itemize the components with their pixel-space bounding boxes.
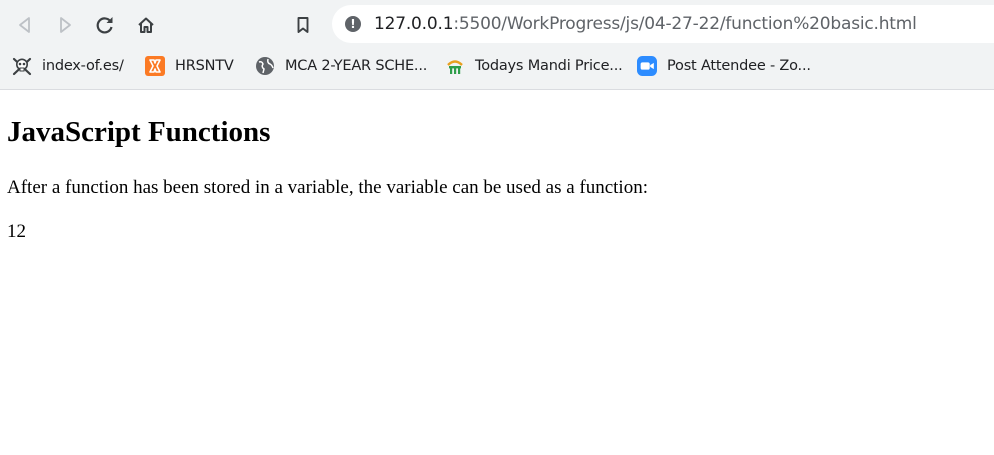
description-text: After a function has been stored in a va… [7, 177, 648, 198]
bookmark-label: Todays Mandi Price... [475, 58, 623, 74]
forward-button[interactable] [52, 12, 78, 38]
bookmark-label: HRSNTV [175, 58, 234, 74]
bookmark-mandi[interactable]: Todays Mandi Price... [445, 54, 623, 78]
forward-arrow-icon [60, 17, 71, 33]
mandi-logo-icon [445, 56, 465, 76]
bookmark-page-button[interactable] [290, 12, 316, 38]
xampp-icon [145, 56, 165, 76]
bookmark-label: index-of.es/ [42, 58, 124, 74]
bookmark-mca[interactable]: MCA 2-YEAR SCHE... [255, 54, 427, 78]
bookmark-index-of[interactable]: index-of.es/ [12, 54, 124, 78]
bookmarks-bar: index-of.es/ HRSNTV MCA 2-YEAR SCHE... T… [0, 50, 994, 82]
back-button[interactable] [12, 12, 38, 38]
address-path: :5500/WorkProgress/js/04-27-22/function%… [453, 14, 917, 34]
zoom-video-icon [637, 56, 657, 76]
site-info-icon[interactable]: ! [345, 16, 361, 32]
home-button[interactable] [133, 12, 159, 38]
skull-crossbones-icon [12, 56, 32, 76]
reload-button[interactable] [92, 12, 118, 38]
address-host: 127.0.0.1 [374, 14, 454, 34]
bookmark-label: Post Attendee - Zo... [667, 58, 811, 74]
address-url[interactable]: 127.0.0.1:5500/WorkProgress/js/04-27-22/… [374, 14, 917, 34]
browser-chrome: ! 127.0.0.1:5500/WorkProgress/js/04-27-2… [0, 0, 994, 90]
browser-toolbar: ! 127.0.0.1:5500/WorkProgress/js/04-27-2… [0, 0, 994, 50]
back-arrow-icon [19, 17, 30, 33]
reload-icon [96, 17, 113, 34]
bookmark-zoom[interactable]: Post Attendee - Zo... [637, 54, 811, 78]
result-output: 12 [7, 221, 26, 242]
page-heading: JavaScript Functions [7, 116, 271, 148]
globe-icon [255, 56, 275, 76]
bookmark-hrsntv[interactable]: HRSNTV [145, 54, 234, 78]
bookmark-icon [297, 17, 309, 33]
home-icon [138, 17, 154, 33]
bookmark-label: MCA 2-YEAR SCHE... [285, 58, 428, 74]
address-bar[interactable]: ! 127.0.0.1:5500/WorkProgress/js/04-27-2… [332, 5, 994, 43]
